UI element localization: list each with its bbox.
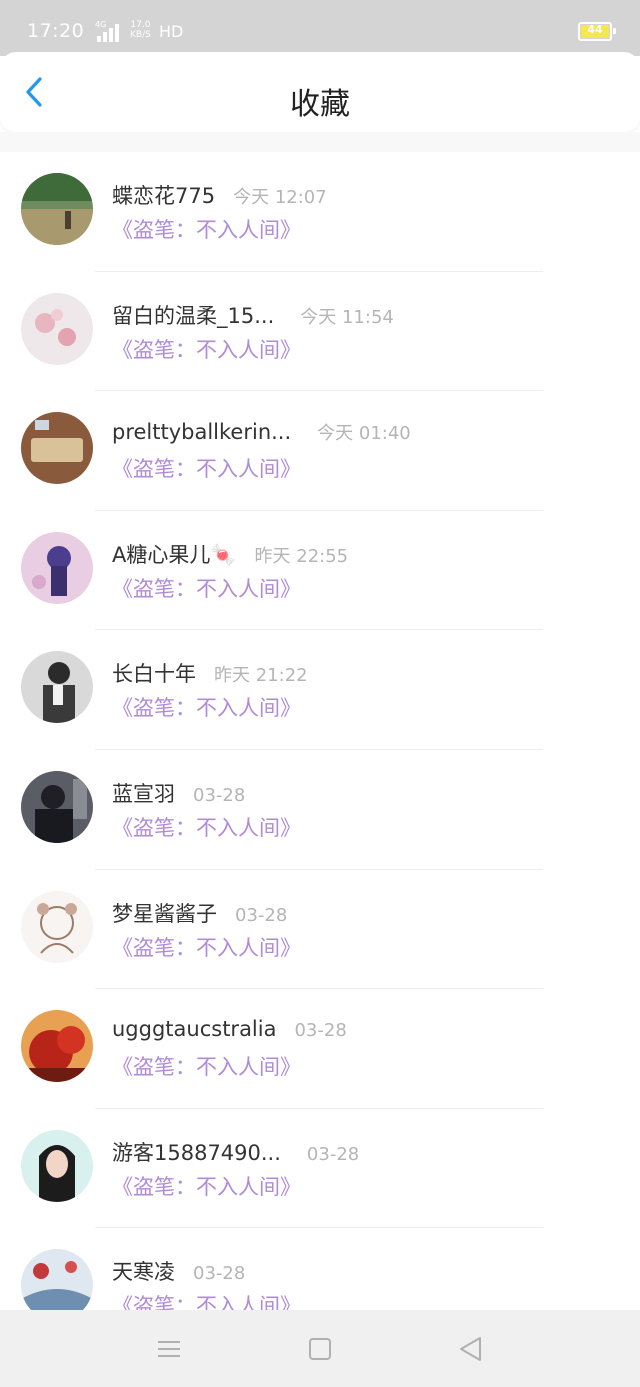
avatar[interactable] [21,1010,93,1083]
avatar[interactable] [21,1129,93,1202]
list-item[interactable]: ugggtaucstralia 03-28 《盗笔：不入人间》 [0,989,640,1109]
speed-unit: KB/S [130,30,151,40]
avatar[interactable] [21,651,93,724]
list-item[interactable]: A糖心果儿🍬 昨天 22:55 《盗笔：不入人间》 [0,511,640,631]
list-item[interactable]: 留白的温柔_15... 今天 11:54 《盗笔：不入人间》 [0,272,640,392]
timestamp: 昨天 21:22 [214,665,308,687]
book-title[interactable]: 《盗笔：不入人间》 [112,692,301,722]
avatar[interactable] [21,770,93,843]
book-title[interactable]: 《盗笔：不入人间》 [112,573,301,603]
triangle-back-icon [460,1337,481,1361]
user-name: 蓝宣羽 [112,781,175,806]
status-time: 17:20 [27,20,85,42]
book-title[interactable]: 《盗笔：不入人间》 [112,932,301,962]
hd-indicator: HD [159,22,184,41]
user-name: 梦星酱酱子 [112,901,217,926]
list-item[interactable]: 长白十年 昨天 21:22 《盗笔：不入人间》 [0,630,640,750]
user-name: A糖心果儿🍬 [112,542,237,567]
system-nav-bar [0,1310,640,1387]
menu-icon [158,1341,180,1357]
user-name: ugggtaucstralia [112,1017,277,1042]
square-home-icon [309,1338,331,1360]
timestamp: 03-28 [193,1263,246,1285]
user-name: 长白十年 [112,662,196,687]
app-header: 收藏 [0,52,640,132]
timestamp: 昨天 22:55 [254,545,349,567]
book-title[interactable]: 《盗笔：不入人间》 [112,214,301,244]
avatar[interactable] [21,292,93,365]
timestamp: 03-28 [235,904,288,926]
user-name: 蝶恋花775 [112,184,216,208]
book-title[interactable]: 《盗笔：不入人间》 [112,1171,301,1201]
timestamp: 今天 01:40 [317,423,411,445]
book-title[interactable]: 《盗笔：不入人间》 [112,812,301,842]
user-name: prelttyballkerin... [112,420,292,445]
timestamp: 03-28 [193,784,246,806]
list-item[interactable]: prelttyballkerin... 今天 01:40 《盗笔：不入人间》 [0,391,640,511]
speed-value: 17.0 [130,20,151,30]
battery-level: 44 [587,23,603,36]
home-button[interactable] [305,1334,335,1364]
book-title[interactable]: 《盗笔：不入人间》 [112,453,301,483]
list-item[interactable]: 蓝宣羽 03-28 《盗笔：不入人间》 [0,750,640,870]
status-bar: 17:20 4G 17.0 KB/S HD 44 [0,0,640,56]
list-item[interactable]: 蝶恋花775 今天 12:07 《盗笔：不入人间》 [0,152,640,272]
book-title[interactable]: 《盗笔：不入人间》 [112,1051,301,1081]
user-name: 游客15887490... [112,1140,281,1165]
header-gap [0,132,640,152]
list-item[interactable]: 游客15887490... 03-28 《盗笔：不入人间》 [0,1109,640,1229]
user-name: 天寒凌 [112,1260,175,1285]
network-speed: 17.0 KB/S [130,20,151,40]
avatar[interactable] [21,890,93,963]
avatar[interactable] [21,531,93,604]
avatar[interactable] [21,412,93,485]
avatar[interactable] [21,173,93,245]
list-item[interactable]: 梦星酱酱子 03-28 《盗笔：不入人间》 [0,870,640,990]
timestamp: 03-28 [306,1143,360,1165]
timestamp: 03-28 [294,1020,347,1042]
book-title[interactable]: 《盗笔：不入人间》 [112,334,301,364]
user-name: 留白的温柔_15... [112,303,275,328]
battery-icon: 44 [578,22,616,41]
page-title: 收藏 [290,87,350,122]
timestamp: 今天 12:07 [233,187,327,208]
menu-button[interactable] [154,1334,184,1364]
system-back-button[interactable] [456,1334,486,1364]
timestamp: 今天 11:54 [300,306,394,328]
favorites-list: 蝶恋花775 今天 12:07 《盗笔：不入人间》 留白的温柔_15... 今天 1… [0,152,640,1348]
